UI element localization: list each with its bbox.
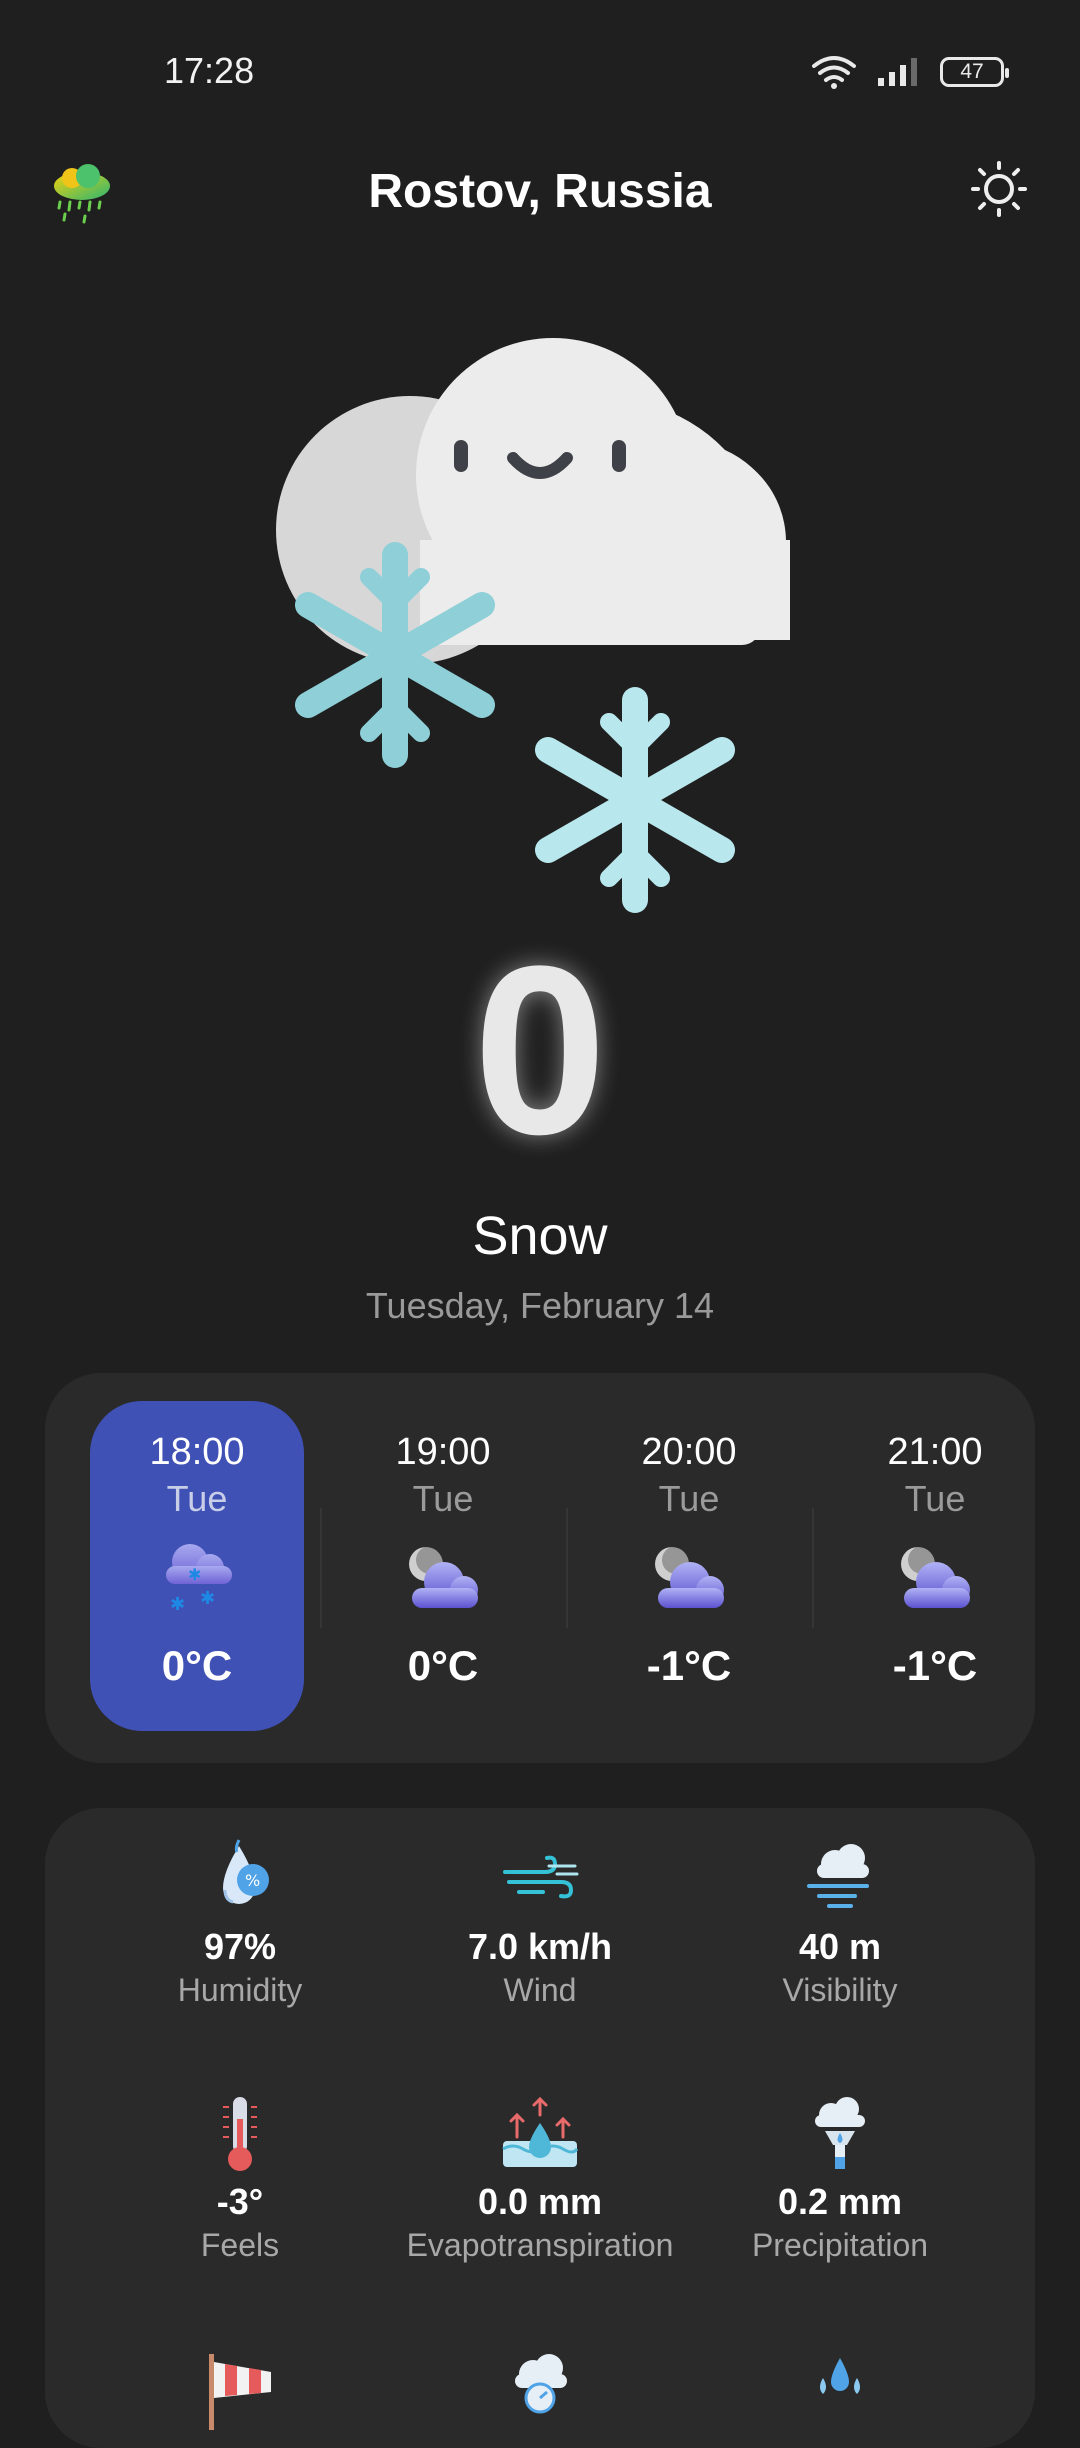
visibility-label: Visibility	[782, 1972, 898, 2008]
feels-label: Feels	[200, 2227, 280, 2263]
hour-day: Tue	[904, 1478, 966, 1519]
hour-time: 21:00	[887, 1431, 983, 1473]
hour-day: Tue	[658, 1478, 720, 1519]
hour-temp: 0°C	[407, 1642, 479, 1689]
detail-visibility: 40 m Visibility	[675, 1838, 1005, 2009]
hour-divider	[320, 1508, 322, 1628]
hour-time: 19:00	[395, 1431, 491, 1473]
night-cloud-icon	[901, 1546, 970, 1608]
svg-text:%: %	[245, 1871, 260, 1890]
weather-details: % 97% Humidity 7.0 km/h Wind 40 m Visibi…	[45, 1808, 1035, 2448]
wifi-icon	[812, 56, 856, 89]
night-cloud-icon	[409, 1546, 478, 1608]
humidity-icon: %	[223, 1839, 269, 1904]
hourly-item[interactable]: 18:00 Tue ✱ ✱ ✱ 0°C	[90, 1401, 304, 1731]
detail-wind: 7.0 km/h Wind	[375, 1838, 705, 2009]
detail-evapotranspiration: 0.0 mm Evapotranspiration	[375, 2093, 705, 2264]
evaporation-icon	[502, 2096, 579, 2167]
visibility-value: 40 m	[798, 1926, 882, 1967]
detail-dew	[675, 2348, 1005, 2430]
hourly-forecast: 18:00 Tue ✱ ✱ ✱ 0°C 19:00 Tue 0°C 20:00 …	[45, 1373, 1035, 1763]
pressure-cloud-icon	[515, 2354, 567, 2414]
app-header: Rostov, Russia	[0, 148, 1080, 238]
detail-precipitation: 0.2 mm Precipitation	[675, 2093, 1005, 2264]
windsock-icon	[209, 2354, 271, 2430]
current-temperature: 0	[473, 916, 607, 1184]
hour-temp: -1°C	[892, 1642, 978, 1689]
hourly-item[interactable]: 20:00 Tue -1°C	[582, 1401, 796, 1731]
location-title[interactable]: Rostov, Russia	[0, 164, 1080, 219]
hour-temp: -1°C	[646, 1642, 732, 1689]
night-cloud-icon	[655, 1546, 724, 1608]
evapotranspiration-label: Evapotranspiration	[406, 2227, 674, 2263]
hour-time: 20:00	[641, 1431, 737, 1473]
hour-time: 18:00	[149, 1431, 245, 1473]
detail-humidity: % 97% Humidity	[75, 1838, 405, 2009]
detail-windsock	[75, 2348, 405, 2430]
current-condition: Snow	[472, 1206, 608, 1266]
status-bar: 17:28 47	[0, 0, 1080, 140]
snow-icon: ✱ ✱ ✱	[166, 1544, 232, 1615]
fog-icon	[807, 1844, 869, 1908]
droplets-icon	[820, 2358, 860, 2394]
hour-day: Tue	[166, 1478, 228, 1519]
battery-icon: 47	[940, 57, 1009, 87]
humidity-value: 97%	[203, 1926, 277, 1967]
humidity-label: Humidity	[177, 1972, 303, 2008]
evapotranspiration-value: 0.0 mm	[477, 2181, 603, 2222]
hourly-item[interactable]: 21:00 Tue -1°C	[828, 1401, 1042, 1731]
rain-gauge-icon	[815, 2097, 865, 2169]
precipitation-label: Precipitation	[751, 2227, 929, 2263]
wind-value: 7.0 km/h	[467, 1926, 613, 1967]
snow-cloud-icon	[276, 338, 790, 913]
hour-temp: 0°C	[161, 1642, 233, 1689]
precipitation-value: 0.2 mm	[777, 2181, 903, 2222]
hour-divider	[566, 1508, 568, 1628]
feels-value: -3°	[216, 2181, 264, 2222]
wind-icon	[503, 1855, 579, 1899]
status-icons: 47	[810, 54, 1009, 90]
hourly-item[interactable]: 19:00 Tue 0°C	[336, 1401, 550, 1731]
battery-level: 47	[960, 60, 984, 83]
svg-text:✱: ✱	[200, 1588, 215, 1609]
signal-icon	[878, 58, 917, 86]
hour-day: Tue	[412, 1478, 474, 1519]
thermometer-icon	[223, 2097, 257, 2171]
svg-text:✱: ✱	[170, 1594, 185, 1615]
detail-feels: -3° Feels	[75, 2093, 405, 2264]
wind-label: Wind	[503, 1972, 577, 2008]
hour-divider	[812, 1508, 814, 1628]
detail-pressure	[375, 2348, 705, 2430]
sun-icon[interactable]	[970, 160, 1028, 218]
current-date: Tuesday, February 14	[365, 1285, 715, 1326]
svg-text:✱: ✱	[188, 1565, 201, 1584]
status-time: 17:28	[164, 50, 255, 91]
